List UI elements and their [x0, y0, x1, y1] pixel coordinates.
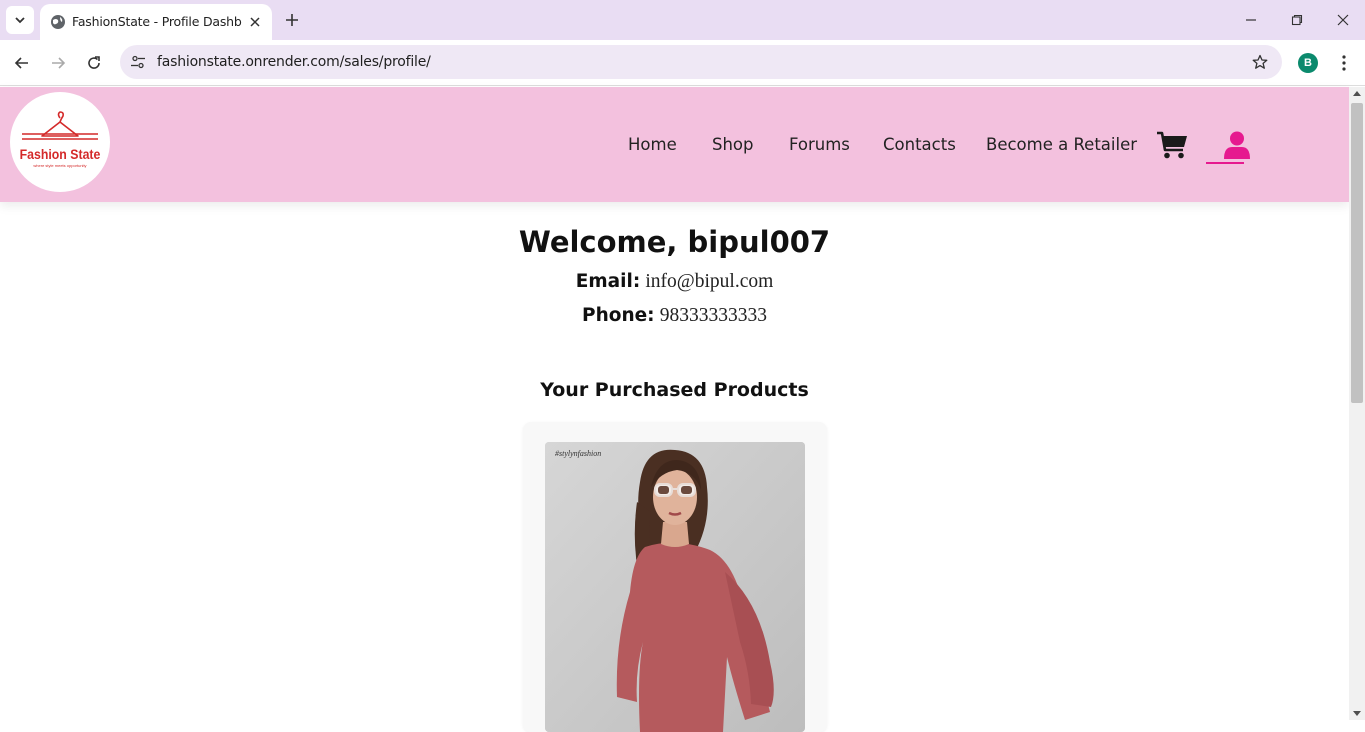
browser-menu-button[interactable] [1334, 52, 1354, 74]
welcome-heading: Welcome, bipul007 [518, 225, 831, 259]
star-icon [1252, 54, 1268, 69]
email-value: info@bipul.com [645, 271, 774, 292]
browser-tab-bar: FashionState - Profile Dashboard [0, 0, 1365, 40]
phone-label: Phone: [582, 305, 655, 326]
tab-title: FashionState - Profile Dashboard [72, 14, 242, 29]
browser-tab-active[interactable]: FashionState - Profile Dashboard [40, 4, 272, 40]
user-icon[interactable] [1224, 131, 1250, 159]
scroll-up-arrow-icon[interactable] [1353, 91, 1361, 96]
restore-icon [1291, 14, 1303, 26]
phone-value: 98333333333 [659, 305, 767, 326]
chevron-down-icon [15, 17, 25, 24]
reload-icon [88, 56, 100, 69]
bookmark-button[interactable] [1250, 52, 1270, 72]
active-user-indicator [1206, 162, 1244, 164]
tab-search-button[interactable] [6, 6, 34, 34]
product-card[interactable]: #stylynfashion [523, 422, 827, 732]
close-icon [250, 17, 260, 27]
arrow-right-icon [52, 57, 66, 69]
more-vert-icon [1342, 55, 1346, 71]
image-caption: #stylynfashion [555, 449, 601, 458]
close-window-button[interactable] [1331, 8, 1355, 32]
cart-icon[interactable] [1156, 130, 1188, 160]
tune-icon [131, 55, 145, 69]
nav-home[interactable]: Home [628, 135, 677, 154]
plus-icon [286, 14, 298, 26]
hanger-icon [22, 111, 98, 140]
arrow-left-icon [14, 57, 28, 69]
back-button[interactable] [10, 51, 34, 75]
close-icon [1337, 14, 1349, 26]
scrollbar-thumb[interactable] [1351, 103, 1363, 403]
forward-button[interactable] [46, 51, 70, 75]
reload-button[interactable] [82, 51, 106, 75]
site-header: Fashion State where style meets opportun… [0, 87, 1349, 202]
model-photo-illustration: #stylynfashion [545, 442, 805, 732]
nav-shop[interactable]: Shop [712, 135, 754, 154]
restore-button[interactable] [1285, 8, 1309, 32]
logo-tagline: where style meets opportunity [33, 163, 87, 168]
nav-contacts[interactable]: Contacts [883, 135, 956, 154]
scroll-down-arrow-icon[interactable] [1353, 711, 1361, 716]
browser-toolbar: fashionstate.onrender.com/sales/profile/… [0, 40, 1365, 86]
product-image[interactable]: #stylynfashion [545, 442, 805, 732]
email-label: Email: [575, 271, 641, 292]
site-logo[interactable]: Fashion State where style meets opportun… [10, 92, 110, 192]
globe-icon [51, 15, 65, 29]
minimize-button[interactable] [1239, 8, 1263, 32]
nav-become-retailer[interactable]: Become a Retailer [986, 135, 1137, 154]
new-tab-button[interactable] [280, 8, 304, 32]
browser-profile-avatar[interactable]: B [1298, 53, 1318, 73]
address-bar[interactable]: fashionstate.onrender.com/sales/profile/ [120, 45, 1282, 79]
email-line: Email: info@bipul.com [0, 270, 1349, 293]
close-tab-button[interactable] [246, 13, 264, 31]
purchased-products-title: Your Purchased Products [540, 379, 809, 401]
minimize-icon [1246, 19, 1256, 21]
nav-forums[interactable]: Forums [789, 135, 850, 154]
url-text[interactable]: fashionstate.onrender.com/sales/profile/ [157, 54, 431, 70]
page-scrollbar[interactable] [1349, 87, 1365, 720]
phone-line: Phone: 98333333333 [0, 304, 1349, 327]
site-info-button[interactable] [128, 52, 148, 72]
logo-title: Fashion State [19, 146, 101, 162]
